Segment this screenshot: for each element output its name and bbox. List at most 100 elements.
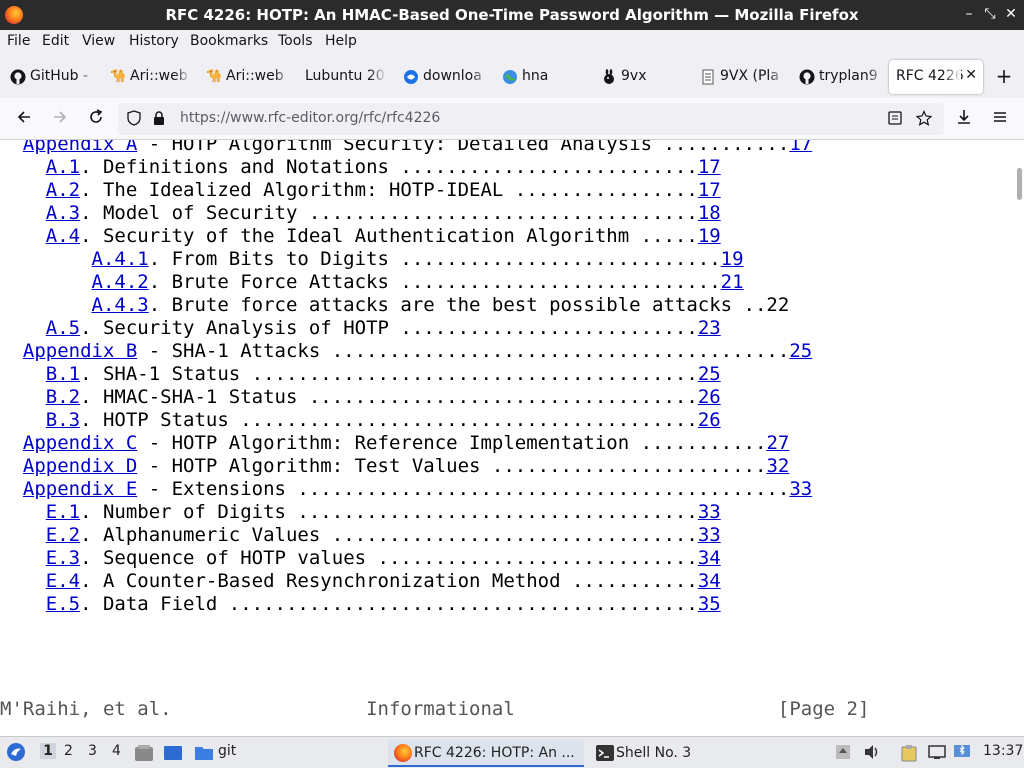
new-tab-button[interactable]: + xyxy=(994,66,1014,86)
toc-section-link[interactable]: A.4 xyxy=(46,225,80,247)
toc-page-link[interactable]: 19 xyxy=(698,225,721,247)
toc-section-link[interactable]: E.4 xyxy=(46,570,80,592)
toc-section-link[interactable]: A.3 xyxy=(46,202,80,224)
toc-page-link[interactable]: 21 xyxy=(721,271,744,293)
toc-page-link[interactable]: 35 xyxy=(698,593,721,615)
footer-author: M'Raihi, et al. xyxy=(0,698,172,720)
toc-entry-title: . Alphanumeric Values ..................… xyxy=(80,524,698,546)
toc-section-link[interactable]: A.2 xyxy=(46,179,80,201)
toc-page-link[interactable]: 26 xyxy=(698,386,721,408)
close-tab-icon[interactable]: ✕ xyxy=(965,67,977,83)
menu-tools[interactable]: Tools xyxy=(278,33,313,49)
downloads-button[interactable] xyxy=(953,108,975,130)
file-manager-launcher-icon[interactable] xyxy=(134,744,154,766)
toc-page-link[interactable]: 19 xyxy=(721,248,744,270)
reload-button[interactable] xyxy=(85,108,107,130)
tab-ari-web-1[interactable]: 🐪 Ari::web xyxy=(102,60,192,94)
workspace-3[interactable]: 3 xyxy=(88,743,97,759)
toc-section-link[interactable]: B.3 xyxy=(46,409,80,431)
tab-hna[interactable]: hna xyxy=(494,60,588,94)
toc-page-link[interactable]: 17 xyxy=(698,179,721,201)
toc-page-link[interactable]: 34 xyxy=(698,547,721,569)
upload-tray-icon[interactable] xyxy=(834,744,852,762)
menu-edit[interactable]: Edit xyxy=(42,33,69,49)
toc-section-link[interactable]: A.4.2 xyxy=(92,271,149,293)
menu-history[interactable]: History xyxy=(129,33,179,49)
toc-section-link[interactable]: Appendix C xyxy=(23,432,137,454)
toc-page-link[interactable]: 25 xyxy=(789,340,812,362)
tab-github[interactable]: GitHub - xyxy=(2,60,96,94)
toc-page-link[interactable]: 18 xyxy=(698,202,721,224)
toc-page-link[interactable]: 25 xyxy=(698,363,721,385)
toc-section-link[interactable]: A.5 xyxy=(46,317,80,339)
toc-entry: A.5. Security Analysis of HOTP .........… xyxy=(0,317,721,340)
toc-section-link[interactable]: A.4.3 xyxy=(92,294,149,316)
toc-section-link[interactable]: A.1 xyxy=(46,156,80,178)
url-bar[interactable]: https://www.rfc-editor.org/rfc/rfc4226 xyxy=(118,103,944,135)
toc-page-link[interactable]: 26 xyxy=(698,409,721,431)
menu-bookmarks[interactable]: Bookmarks xyxy=(190,33,268,49)
folder-git-label[interactable]: git xyxy=(218,743,236,759)
toc-section-link[interactable]: Appendix E xyxy=(23,478,137,500)
toc-section-link[interactable]: E.3 xyxy=(46,547,80,569)
bluetooth-display-icon[interactable] xyxy=(953,744,971,762)
vertical-scrollbar-thumb[interactable] xyxy=(1017,168,1022,200)
toc-page-link[interactable]: 33 xyxy=(789,478,812,500)
lock-icon[interactable] xyxy=(150,110,168,128)
toc-section-link[interactable]: Appendix A xyxy=(23,140,137,155)
tab-9vx-plan9[interactable]: 9VX (Pla xyxy=(692,60,786,94)
page-content: Appendix A - HOTP Algorithm Security: De… xyxy=(0,140,1024,736)
network-icon[interactable] xyxy=(928,744,946,762)
reader-view-icon[interactable] xyxy=(886,110,904,128)
toc-section-link[interactable]: Appendix D xyxy=(23,455,137,477)
clipboard-icon[interactable] xyxy=(900,744,918,762)
toc-section-link[interactable]: E.5 xyxy=(46,593,80,615)
volume-icon[interactable] xyxy=(863,744,881,762)
bookmark-star-icon[interactable] xyxy=(915,110,933,128)
toc-page-link[interactable]: 17 xyxy=(789,140,812,155)
toc-entry-title: . Definitions and Notations ............… xyxy=(80,156,698,178)
toc-section-link[interactable]: Appendix B xyxy=(23,340,137,362)
camel-icon: 🐪 xyxy=(206,69,223,84)
toc-section-link[interactable]: E.2 xyxy=(46,524,80,546)
workspace-2[interactable]: 2 xyxy=(64,743,73,759)
menu-help[interactable]: Help xyxy=(325,33,357,49)
toc-page-link[interactable]: 33 xyxy=(698,524,721,546)
desktop-launcher-icon[interactable] xyxy=(163,744,183,766)
url-text[interactable]: https://www.rfc-editor.org/rfc/rfc4226 xyxy=(180,110,440,126)
tab-ari-web-2[interactable]: 🐪 Ari::web xyxy=(198,60,292,94)
toc-section-link[interactable]: B.1 xyxy=(46,363,80,385)
tab-lubuntu[interactable]: Lubuntu 20 xyxy=(297,60,387,94)
tab-download[interactable]: downloa xyxy=(395,60,489,94)
workspace-4[interactable]: 4 xyxy=(112,743,121,759)
toc-section-link[interactable]: A.4.1 xyxy=(92,248,149,270)
toc-indent xyxy=(0,225,46,247)
maximize-button[interactable]: ⤡ xyxy=(981,6,999,22)
back-button[interactable] xyxy=(13,108,35,130)
toc-page-link[interactable]: 23 xyxy=(698,317,721,339)
forward-button[interactable] xyxy=(49,108,71,130)
toc-entry-title: . A Counter-Based Resynchronization Meth… xyxy=(80,570,698,592)
task-firefox[interactable]: RFC 4226: HOTP: An ... xyxy=(388,739,584,767)
app-menu-button[interactable] xyxy=(989,108,1011,130)
tab-rfc4226[interactable]: RFC 4226 ✕ xyxy=(889,60,983,94)
toc-section-link[interactable]: E.1 xyxy=(46,501,80,523)
toc-page-link[interactable]: 17 xyxy=(698,156,721,178)
toc-page-link[interactable]: 32 xyxy=(766,455,789,477)
minimize-button[interactable]: – xyxy=(960,6,978,22)
toc-entry: A.4.3. Brute force attacks are the best … xyxy=(0,294,790,317)
toc-page-link[interactable]: 33 xyxy=(698,501,721,523)
toc-page-link[interactable]: 34 xyxy=(698,570,721,592)
start-menu-icon[interactable] xyxy=(6,742,26,766)
toc-section-link[interactable]: B.2 xyxy=(46,386,80,408)
task-shell[interactable]: Shell No. 3 xyxy=(590,739,710,767)
workspace-1[interactable]: 1 xyxy=(40,743,56,759)
tracking-shield-icon[interactable] xyxy=(125,110,143,128)
folder-icon[interactable] xyxy=(194,744,214,766)
menu-file[interactable]: File xyxy=(7,33,30,49)
toc-page-link[interactable]: 27 xyxy=(766,432,789,454)
tab-9vx[interactable]: 9vx xyxy=(593,60,687,94)
close-window-button[interactable]: ✕ xyxy=(1002,6,1020,22)
menu-view[interactable]: View xyxy=(82,33,115,49)
tab-tryplan9[interactable]: tryplan9 xyxy=(791,60,885,94)
